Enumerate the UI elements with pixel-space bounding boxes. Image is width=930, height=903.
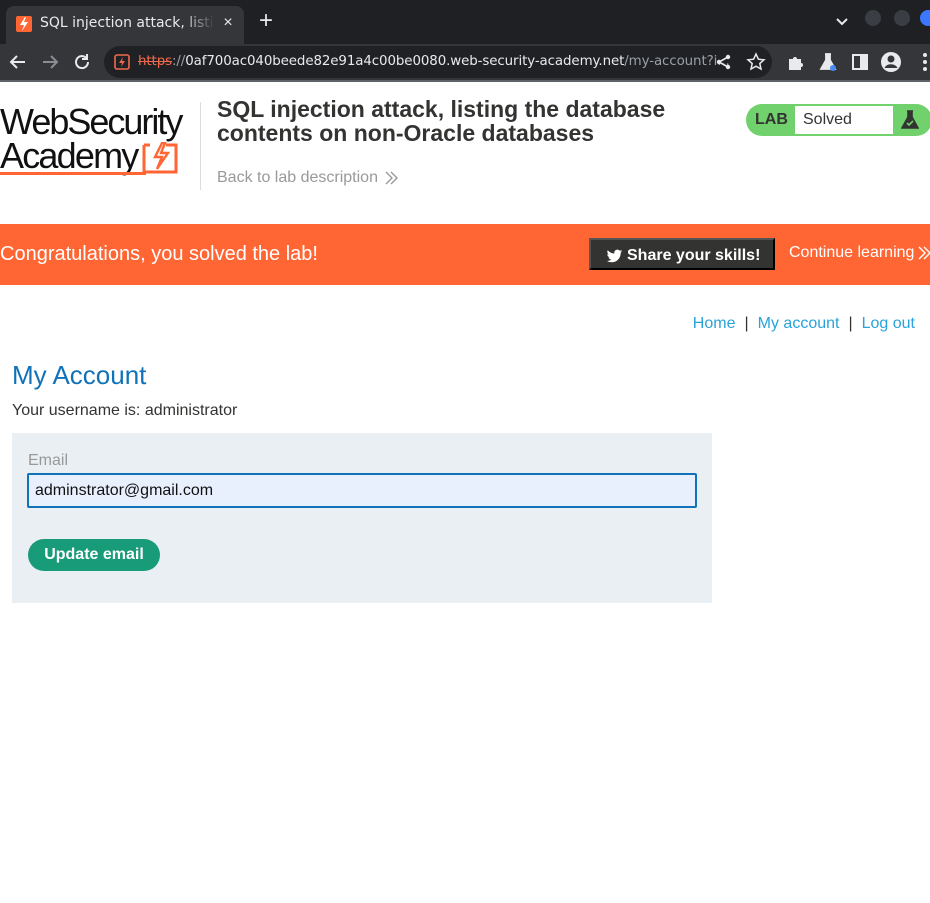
window-minimize-button[interactable]: [865, 10, 881, 26]
lab-title: SQL injection attack, listing the databa…: [217, 96, 666, 146]
labs-flask-icon[interactable]: [817, 51, 839, 73]
lab-status-value-box: Solved: [795, 106, 893, 134]
reload-icon[interactable]: [70, 50, 94, 74]
username-text: Your username is: administrator: [12, 402, 238, 419]
nav-my-account-link[interactable]: My account: [758, 315, 840, 332]
nav-log-out-link[interactable]: Log out: [862, 315, 915, 332]
new-tab-button[interactable]: +: [254, 9, 278, 34]
browser-toolbar: https://0af700ac040beede82e91a4c00be0080…: [0, 44, 930, 80]
lab-status-label: LAB: [755, 111, 788, 128]
nav-home-link[interactable]: Home: [693, 315, 736, 332]
browser-menu-icon[interactable]: [914, 51, 930, 73]
tab-close-icon[interactable]: ×: [220, 14, 236, 32]
url-host: 0af700ac040beede82e91a4c00be0080.web-sec…: [185, 54, 625, 69]
portswigger-favicon-icon: [16, 16, 32, 32]
email-field[interactable]: [27, 473, 697, 508]
window-close-button[interactable]: [920, 10, 930, 26]
profile-avatar-icon[interactable]: [880, 51, 902, 73]
back-to-lab-description-link[interactable]: Back to lab description: [217, 169, 378, 187]
logo-underline: [0, 172, 146, 175]
extensions-puzzle-icon[interactable]: [785, 51, 807, 73]
twitter-icon: [606, 249, 623, 263]
solved-message: Congratulations, you solved the lab!: [0, 243, 318, 265]
url-scheme: https: [138, 54, 172, 69]
site-navigation: Home | My account | Log out: [693, 315, 915, 333]
window-maximize-button[interactable]: [894, 10, 910, 26]
nav-separator: |: [848, 315, 853, 332]
side-panel-icon[interactable]: [849, 51, 871, 73]
browser-tab-strip: SQL injection attack, listing the databa…: [0, 0, 930, 44]
url-separator: ://: [171, 54, 186, 69]
not-secure-site-icon[interactable]: [114, 54, 130, 70]
tab-title-fade: [182, 12, 216, 36]
continue-chevron-icon[interactable]: [917, 244, 930, 262]
share-icon[interactable]: [714, 52, 734, 72]
update-email-form: Email Update email: [12, 433, 712, 603]
page-title: My Account: [12, 360, 147, 390]
continue-learning-link[interactable]: Continue learning: [789, 244, 914, 262]
share-skills-button[interactable]: Share your skills!: [589, 238, 775, 270]
logo-text-line2: Academy: [0, 135, 139, 176]
web-security-academy-logo[interactable]: WebSecurity Academy: [0, 102, 200, 178]
lab-status-value: Solved: [803, 111, 852, 128]
tab-search-chevron-icon[interactable]: [832, 12, 852, 32]
chrome-divider: [0, 80, 930, 82]
lab-solved-banner: Congratulations, you solved the lab! Sha…: [0, 224, 930, 285]
share-skills-label: Share your skills!: [627, 247, 761, 264]
bookmark-star-icon[interactable]: [746, 52, 766, 72]
email-label: Email: [28, 452, 69, 469]
nav-separator: |: [744, 315, 749, 332]
solved-flask-icon: [901, 110, 919, 129]
logo-bolt-icon: [142, 142, 178, 174]
header-divider: [200, 102, 201, 190]
update-email-button[interactable]: Update email: [28, 539, 160, 571]
double-chevron-right-icon[interactable]: [384, 169, 400, 187]
lab-status-widget: LAB Solved: [746, 104, 930, 136]
browser-tab[interactable]: SQL injection attack, listing the databa…: [6, 6, 244, 44]
back-arrow-icon[interactable]: [6, 50, 30, 74]
url-text: https://0af700ac040beede82e91a4c00be0080…: [138, 54, 730, 69]
forward-arrow-icon[interactable]: [38, 50, 62, 74]
address-bar[interactable]: https://0af700ac040beede82e91a4c00be0080…: [104, 46, 772, 78]
